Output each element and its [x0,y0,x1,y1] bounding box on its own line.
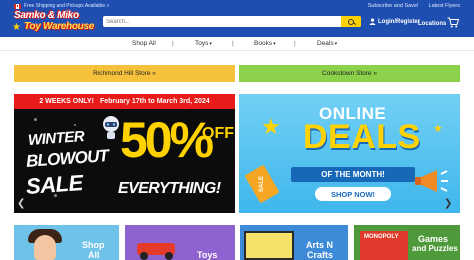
nav-toys[interactable]: Toys▾ [195,40,212,47]
tile-toys-line1: Toys [197,250,218,260]
nav-books[interactable]: Books▾ [254,40,276,47]
search-button[interactable] [341,16,361,27]
chevron-down-icon: ▾ [209,41,212,47]
search-input[interactable] [106,16,336,27]
deals-month-strip: OF THE MONTH! [291,167,415,182]
nav-deals-label: Deals [317,40,334,47]
locations-link[interactable]: Locations [418,21,446,27]
subscribe-link[interactable]: Subscribe and Save! [368,3,419,9]
banner-percent-text: 50% [120,112,214,168]
cookstown-store-button[interactable]: Cookstown Store » [239,65,460,82]
tile-arts-line1: Arts N [306,240,334,250]
tile-arts-line2: Crafts [307,250,334,260]
logo-line-1: Samko & Miko [14,10,79,21]
banner-date-range: February 17th to March 3rd, 2024 [99,98,210,105]
star-icon: ★ [261,114,281,139]
star-icon: ★ [433,123,443,135]
latest-flyers-link[interactable]: Latest Flyers [429,3,460,9]
nav-deals[interactable]: Deals▾ [317,40,337,47]
main-nav: Shop All | Toys▾ | Books▾ | Deals▾ [0,37,474,51]
shop-now-button[interactable]: SHOP NOW! [315,187,391,201]
logo-line-2: Toy Warehouse [24,21,95,32]
site-header: Free Shipping and Pickups Available » Su… [0,0,474,37]
nav-separator: | [294,40,296,47]
user-icon [369,18,376,25]
category-toys[interactable]: Toys [125,225,235,260]
category-shop-all[interactable]: Shop All [14,225,119,260]
banner-sale-text: SALE [25,170,84,199]
board-game-image: MONOPOLY [360,231,408,260]
login-register-button[interactable]: Login/Register [369,18,420,25]
search-icon [348,18,354,25]
snowflake-icon [74,124,76,126]
tile-games-line2: and Puzzles [412,244,458,253]
nav-separator: | [232,40,234,47]
chevron-down-icon: ▾ [334,41,338,47]
online-deals-banner[interactable]: ★ ★ ONLINE DEALS OF THE MONTH! SHOP NOW!… [239,94,460,213]
sale-tag-icon: SALE [244,164,280,204]
chevron-left-icon[interactable]: ❮ [17,198,25,209]
snowflake-icon [34,118,37,121]
chevron-down-icon: ▾ [273,41,276,47]
category-arts-n-crafts[interactable]: Arts N Crafts [240,225,348,260]
tile-shop-all-line1: Shop [82,240,105,250]
sale-tag-label: SALE [258,175,265,193]
banner-off-text: OFF [202,125,234,142]
login-label: Login/Register [378,18,421,25]
megaphone-icon [415,170,448,192]
chevron-right-icon[interactable]: ❯ [444,198,452,209]
search-bar [103,16,361,27]
toy-car-wheel [165,252,173,260]
deals-title-text: DEALS [303,118,421,156]
kid-photo-face [34,235,56,260]
nav-books-label: Books [254,40,273,47]
nav-separator: | [172,40,174,47]
tile-shop-all-line2: All [88,250,100,260]
richmond-hill-store-button[interactable]: Richmond Hill Store » [14,65,235,82]
toy-car-wheel [140,252,148,260]
banner-everything-text: EVERYTHING! [118,180,221,197]
site-logo[interactable]: Samko & Miko ★ Toy Warehouse [12,8,98,34]
cart-icon[interactable] [447,17,459,28]
nav-toys-label: Toys [195,40,209,47]
board-game-label: MONOPOLY [364,234,399,240]
category-games-and-puzzles[interactable]: MONOPOLY Games and Puzzles [354,225,460,260]
star-icon: ★ [12,22,21,33]
banner-two-weeks: 2 WEEKS ONLY! [39,98,94,105]
banner-winter-text: WINTER [27,128,85,149]
nav-shop-all-label: Shop All [132,40,156,47]
banner-date-strip: 2 WEEKS ONLY! February 17th to March 3rd… [14,94,235,109]
topbar-links: Subscribe and Save! Latest Flyers [368,3,460,9]
banner-blowout-text: BLOWOUT [25,146,109,171]
craft-kit-image [244,231,294,260]
nav-shop-all[interactable]: Shop All [132,40,156,47]
tile-games-line1: Games [418,234,449,244]
winter-sale-banner[interactable]: 2 WEEKS ONLY! February 17th to March 3rd… [14,94,235,213]
